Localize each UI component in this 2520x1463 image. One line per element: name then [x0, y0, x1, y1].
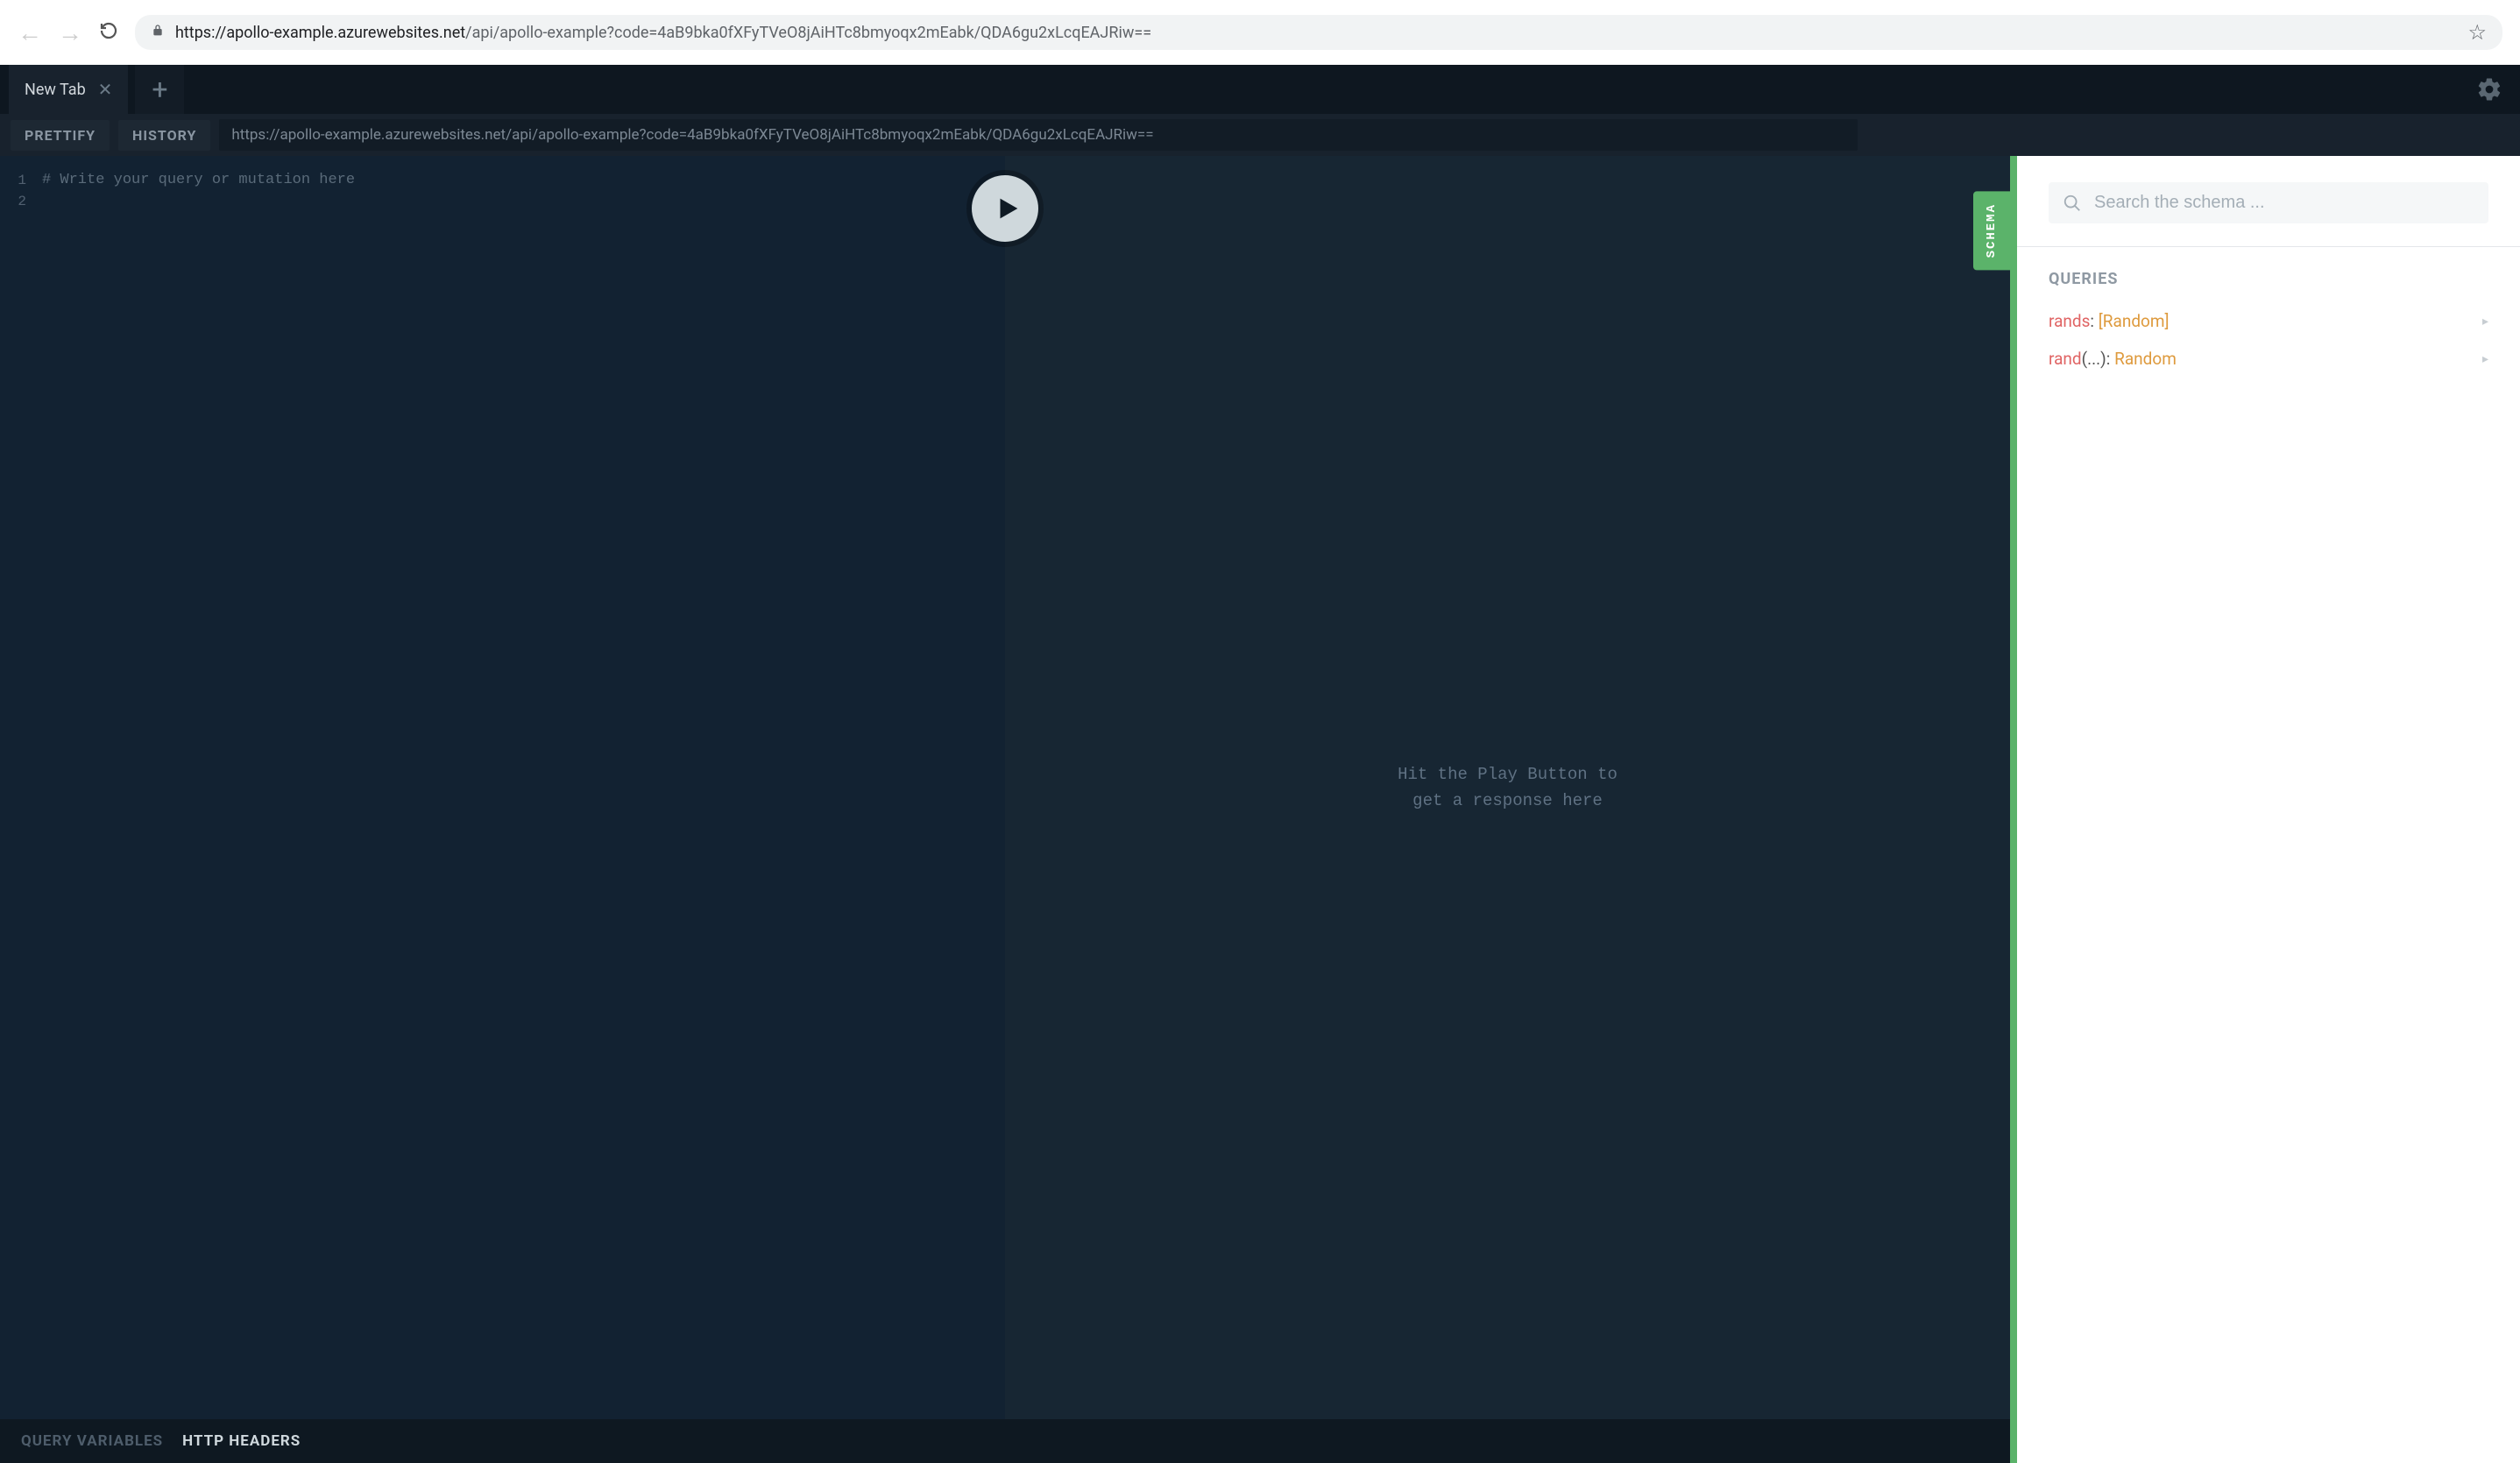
forward-button[interactable]: →: [58, 18, 82, 47]
prettify-button[interactable]: PRETTIFY: [11, 120, 110, 151]
tab-label: New Tab: [25, 81, 86, 99]
result-hint: Hit the Play Button to get a response he…: [1005, 761, 2010, 814]
editor-result-split: 1 2 # Write your query or mutation here …: [0, 156, 2010, 1463]
bookmark-star-icon[interactable]: ☆: [2467, 20, 2487, 45]
schema-body: QUERIES rands: [Random] ▸ rand(...): Ran…: [2017, 247, 2520, 409]
schema-row-rands[interactable]: rands: [Random] ▸: [2049, 311, 2488, 331]
bottom-bar: QUERY VARIABLES HTTP HEADERS: [0, 1419, 2010, 1463]
search-icon: [2063, 194, 2082, 213]
play-icon: [993, 194, 1023, 223]
result-pane: SCHEMA Hit the Play Button to get a resp…: [1005, 156, 2010, 1419]
address-bar[interactable]: https://apollo-example.azurewebsites.net…: [135, 15, 2502, 50]
chevron-right-icon: ▸: [2482, 315, 2488, 329]
tab-new-tab[interactable]: New Tab ✕: [9, 65, 128, 114]
history-button[interactable]: HISTORY: [118, 120, 210, 151]
main-area: 1 2 # Write your query or mutation here …: [0, 156, 2520, 1463]
close-tab-icon[interactable]: ✕: [98, 79, 113, 100]
code-content: # Write your query or mutation here: [35, 170, 1005, 1419]
settings-button[interactable]: [2476, 65, 2502, 114]
query-editor[interactable]: 1 2 # Write your query or mutation here: [0, 156, 1005, 1419]
back-button[interactable]: ←: [18, 18, 42, 47]
gear-icon: [2476, 76, 2502, 102]
add-tab-button[interactable]: +: [135, 65, 184, 114]
tab-http-headers[interactable]: HTTP HEADERS: [182, 1432, 301, 1450]
lock-icon: [151, 24, 165, 41]
tab-bar: New Tab ✕ +: [0, 65, 2520, 114]
url-text: https://apollo-example.azurewebsites.net…: [175, 24, 1151, 42]
playground-app: New Tab ✕ + PRETTIFY HISTORY https://apo…: [0, 65, 2520, 1463]
play-button[interactable]: [972, 175, 1038, 242]
schema-panel: QUERIES rands: [Random] ▸ rand(...): Ran…: [2010, 156, 2520, 1463]
tab-query-variables[interactable]: QUERY VARIABLES: [21, 1432, 163, 1450]
schema-toggle-tab[interactable]: SCHEMA: [1973, 191, 2010, 270]
chevron-right-icon: ▸: [2482, 352, 2488, 366]
reload-button[interactable]: [98, 20, 119, 45]
schema-heading: QUERIES: [2049, 270, 2488, 288]
endpoint-input[interactable]: https://apollo-example.azurewebsites.net…: [219, 119, 1858, 151]
schema-search[interactable]: [2049, 182, 2488, 223]
line-gutter: 1 2: [0, 170, 35, 1419]
toolbar: PRETTIFY HISTORY https://apollo-example.…: [0, 114, 2520, 156]
browser-toolbar: ← → https://apollo-example.azurewebsites…: [0, 0, 2520, 65]
schema-search-input[interactable]: [2094, 193, 2474, 213]
schema-search-wrap: [2017, 156, 2520, 247]
schema-row-rand[interactable]: rand(...): Random ▸: [2049, 349, 2488, 369]
